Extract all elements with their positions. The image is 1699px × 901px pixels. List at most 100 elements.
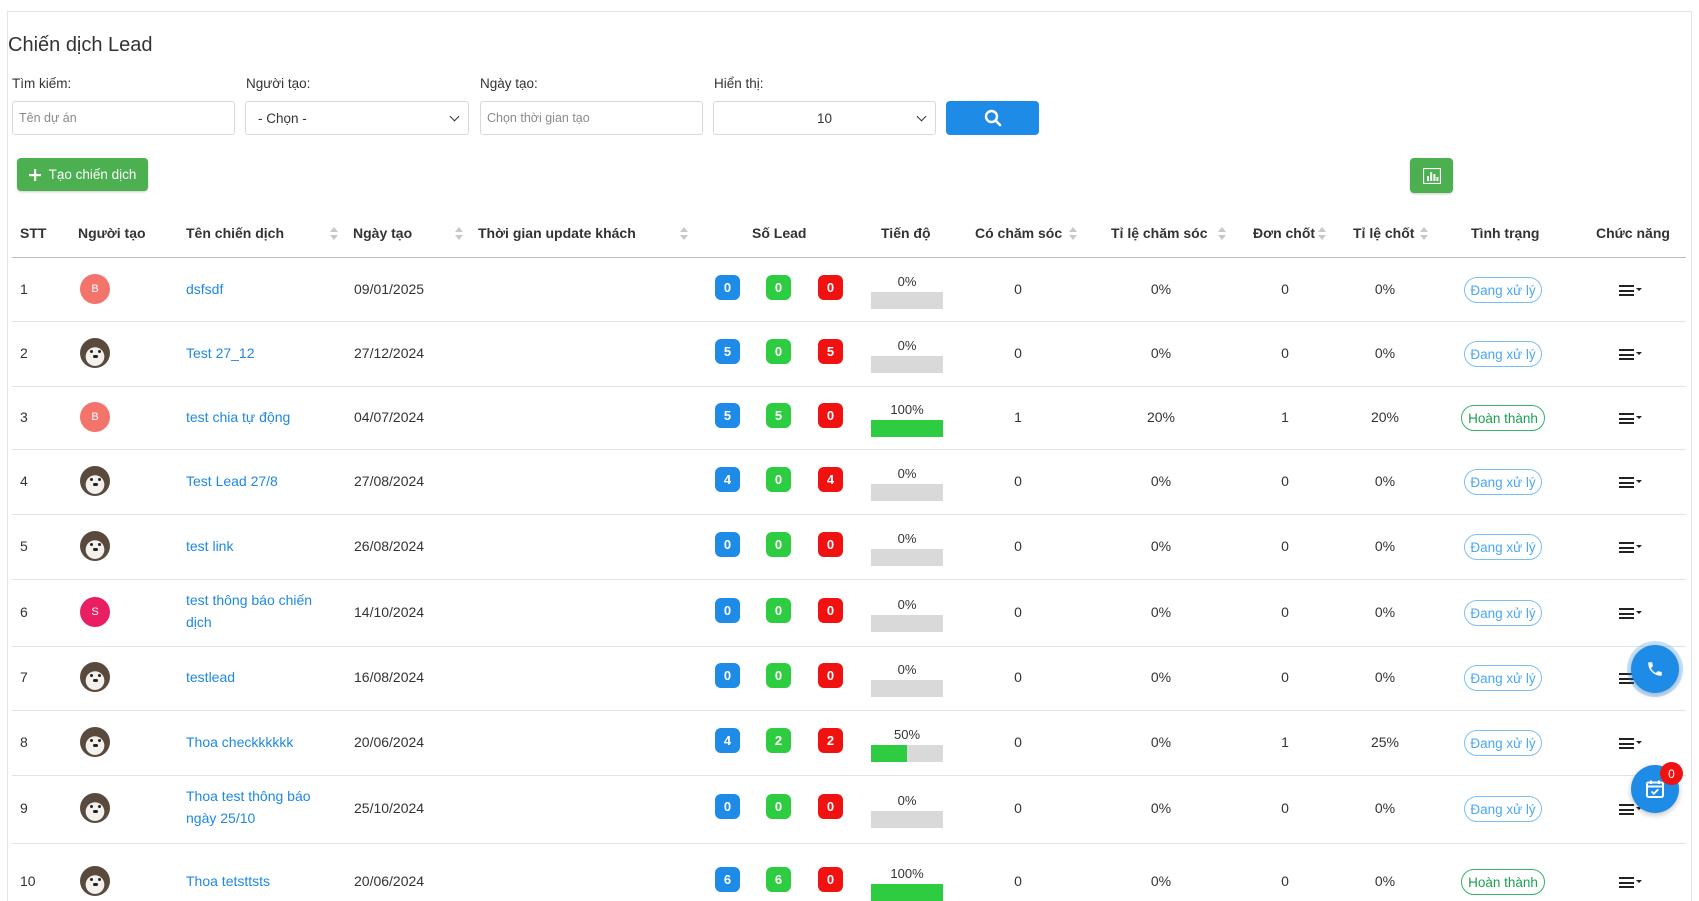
- lead-success-badge: 0: [766, 598, 791, 623]
- campaign-name-link[interactable]: Thoa tetsttsts: [186, 873, 270, 889]
- sort-icon[interactable]: [455, 227, 463, 241]
- creator-select-value: - Chọn -: [258, 110, 307, 126]
- orders-count: 1: [1281, 734, 1289, 750]
- created-date: 09/01/2025: [354, 281, 425, 297]
- lead-fail-badge: 0: [818, 532, 843, 557]
- create-campaign-button[interactable]: Tạo chiến dịch: [17, 158, 148, 191]
- care-rate: 0%: [1150, 538, 1172, 554]
- orders-count: 0: [1281, 800, 1289, 816]
- row-stt: 2: [20, 345, 28, 361]
- care-rate: 0%: [1150, 604, 1172, 620]
- avatar: B: [80, 274, 110, 304]
- campaign-name-link[interactable]: test chia tự động: [186, 409, 290, 425]
- close-rate: 0%: [1374, 800, 1396, 816]
- statistics-button[interactable]: [1410, 158, 1453, 193]
- header-update-time[interactable]: Thời gian update khách: [478, 225, 636, 241]
- row-divider: [12, 386, 1686, 387]
- campaign-name-link[interactable]: dịch: [186, 614, 212, 630]
- menu-dropdown-icon[interactable]: [1619, 736, 1642, 750]
- menu-dropdown-icon[interactable]: [1619, 475, 1642, 489]
- care-rate: 0%: [1150, 873, 1172, 889]
- plus-icon: [28, 168, 41, 181]
- search-input[interactable]: [12, 101, 235, 135]
- header-campaign-name[interactable]: Tên chiến dịch: [186, 225, 284, 241]
- campaign-name-link[interactable]: dsfsdf: [186, 281, 223, 297]
- campaign-name-link[interactable]: Thoa test thông báo: [186, 788, 311, 804]
- row-divider: [12, 710, 1686, 711]
- sort-icon[interactable]: [330, 227, 338, 241]
- menu-dropdown-icon[interactable]: [1619, 540, 1642, 554]
- close-rate: 0%: [1374, 345, 1396, 361]
- search-button[interactable]: [946, 101, 1039, 135]
- header-lead-count: Số Lead: [752, 225, 807, 241]
- lead-success-badge: 0: [766, 794, 791, 819]
- header-care-rate[interactable]: Tỉ lệ chăm sóc: [1111, 225, 1207, 241]
- progress-percent: 0%: [897, 793, 917, 808]
- sort-icon[interactable]: [1069, 227, 1077, 241]
- header-close-rate[interactable]: Tỉ lệ chốt: [1353, 225, 1414, 241]
- cared-count: 0: [1014, 473, 1022, 489]
- close-rate: 0%: [1374, 473, 1396, 489]
- progress-bar: [871, 292, 943, 309]
- campaign-name-link[interactable]: test link: [186, 538, 233, 554]
- created-date: 20/06/2024: [354, 873, 425, 889]
- lead-success-badge: 5: [766, 403, 791, 428]
- header-orders[interactable]: Đơn chốt: [1253, 225, 1315, 241]
- created-date: 20/06/2024: [354, 734, 425, 750]
- header-actions: Chức năng: [1596, 225, 1670, 241]
- display-select[interactable]: 10: [713, 101, 936, 135]
- cared-count: 0: [1014, 669, 1022, 685]
- progress-bar: [871, 615, 943, 632]
- avatar: [80, 866, 110, 896]
- campaign-name-link[interactable]: Test 27_12: [186, 345, 255, 361]
- campaign-name-link[interactable]: ngày 25/10: [186, 810, 255, 826]
- header-divider: [12, 257, 1686, 258]
- created-date: 26/08/2024: [354, 538, 425, 554]
- call-button[interactable]: [1631, 645, 1679, 693]
- menu-dropdown-icon[interactable]: [1619, 347, 1642, 361]
- menu-dropdown-icon[interactable]: [1619, 411, 1642, 425]
- progress-bar: [871, 420, 943, 437]
- avatar: [80, 793, 110, 823]
- care-rate: 0%: [1150, 281, 1172, 297]
- creator-select[interactable]: - Chọn -: [245, 101, 469, 135]
- row-stt: 9: [20, 800, 28, 816]
- created-date: 04/07/2024: [354, 409, 425, 425]
- lead-success-badge: 0: [766, 532, 791, 557]
- created-date: 16/08/2024: [354, 669, 425, 685]
- display-select-value: 10: [816, 110, 833, 126]
- date-input[interactable]: [480, 101, 703, 135]
- campaign-name-link[interactable]: Test Lead 27/8: [186, 473, 278, 489]
- menu-dropdown-icon[interactable]: [1619, 875, 1642, 889]
- sort-icon[interactable]: [1420, 227, 1428, 241]
- sort-icon[interactable]: [680, 227, 688, 241]
- avatar: [80, 466, 110, 496]
- campaign-name-link[interactable]: Thoa checkkkkkk: [186, 734, 293, 750]
- bar-chart-icon: [1422, 167, 1441, 184]
- campaign-name-link[interactable]: testlead: [186, 669, 235, 685]
- lead-fail-badge: 0: [818, 794, 843, 819]
- row-divider: [12, 449, 1686, 450]
- header-cared[interactable]: Có chăm sóc: [975, 225, 1062, 241]
- menu-dropdown-icon[interactable]: [1619, 283, 1642, 297]
- lead-total-badge: 0: [715, 275, 740, 300]
- header-created-date[interactable]: Ngày tạo: [353, 225, 412, 241]
- progress-percent: 0%: [897, 662, 917, 677]
- lead-total-badge: 5: [715, 403, 740, 428]
- row-stt: 6: [20, 604, 28, 620]
- campaign-name-link[interactable]: test thông báo chiến: [186, 592, 312, 608]
- care-rate: 0%: [1150, 473, 1172, 489]
- menu-dropdown-icon[interactable]: [1619, 606, 1642, 620]
- orders-count: 0: [1281, 473, 1289, 489]
- lead-fail-badge: 4: [818, 467, 843, 492]
- close-rate: 25%: [1370, 734, 1400, 750]
- care-rate: 0%: [1150, 669, 1172, 685]
- header-creator: Người tạo: [78, 225, 146, 241]
- progress-percent: 100%: [890, 402, 924, 417]
- sort-icon[interactable]: [1318, 227, 1326, 241]
- status-badge: Đang xử lý: [1464, 534, 1542, 560]
- created-date: 27/08/2024: [354, 473, 425, 489]
- sort-icon[interactable]: [1218, 227, 1226, 241]
- header-progress: Tiến độ: [881, 225, 931, 241]
- status-badge: Đang xử lý: [1464, 277, 1542, 303]
